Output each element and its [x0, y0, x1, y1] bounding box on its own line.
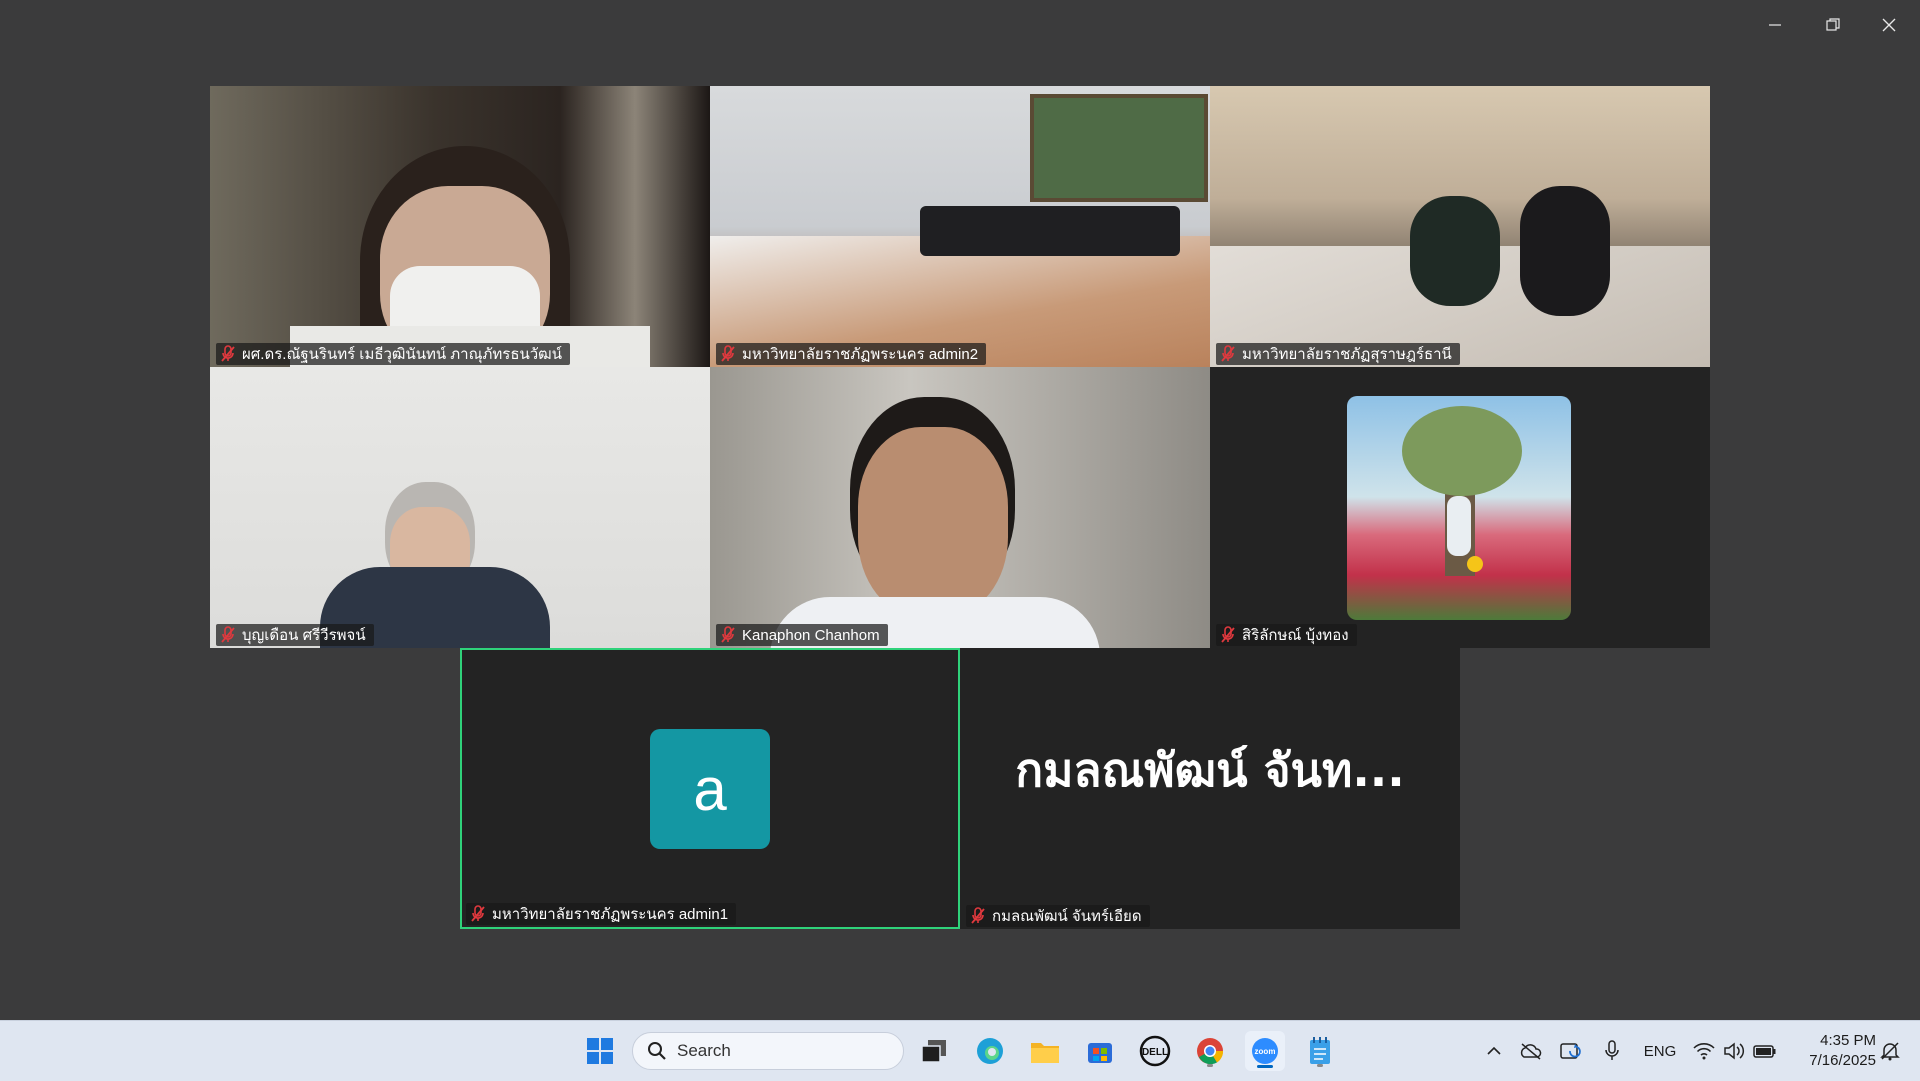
video-tile[interactable]: Kanaphon Chanhom [710, 367, 1210, 648]
muted-microphone-icon [720, 626, 736, 644]
muted-microphone-icon [1220, 626, 1236, 644]
dell-icon[interactable]: DELL [1135, 1031, 1175, 1071]
active-speaker-tile[interactable]: a มหาวิทยาลัยราชภัฏพระนคร admin1 [460, 648, 960, 929]
video-tile[interactable]: มหาวิทยาลัยราชภัฏสุราษฎร์ธานี [1210, 86, 1710, 367]
onedrive-icon[interactable] [1518, 1039, 1544, 1063]
edge-icon[interactable] [970, 1031, 1010, 1071]
wifi-icon[interactable] [1692, 1039, 1716, 1063]
microphone-icon[interactable] [1600, 1039, 1624, 1063]
participant-name: ผศ.ดร.ณัฐนรินทร์ เมธีวุฒินันทน์ ภาณุภัทร… [242, 346, 562, 363]
restore-button[interactable] [1810, 10, 1856, 40]
participant-name-tag: มหาวิทยาลัยราชภัฏพระนคร admin1 [466, 903, 737, 925]
participant-name-tag: มหาวิทยาลัยราชภัฏพระนคร admin2 [716, 343, 987, 365]
taskbar-search[interactable]: Search [632, 1032, 904, 1070]
zoom-icon[interactable]: zoom [1245, 1031, 1285, 1071]
participant-video [210, 367, 710, 648]
close-icon [1882, 18, 1896, 32]
participant-video [710, 367, 1210, 648]
task-view-icon[interactable] [914, 1031, 954, 1071]
muted-microphone-icon [1220, 345, 1236, 363]
avatar: a [650, 729, 770, 849]
search-icon [648, 1042, 666, 1060]
muted-microphone-icon [220, 626, 236, 644]
svg-text:DELL: DELL [1142, 1047, 1168, 1058]
participant-name-tag: กมลณพัฒน์ จันทร์เอียด [966, 905, 1150, 927]
participant-name-tag: มหาวิทยาลัยราชภัฏสุราษฎร์ธานี [1216, 343, 1460, 365]
file-explorer-icon[interactable] [1025, 1031, 1065, 1071]
muted-microphone-icon [470, 905, 486, 923]
clock-time: 4:35 PM [1820, 1032, 1876, 1049]
profile-photo [1347, 396, 1571, 620]
participant-name-tag: สิริลักษณ์ บุ้งทอง [1216, 624, 1357, 646]
search-label: Search [677, 1041, 731, 1060]
participant-video [210, 86, 710, 367]
microsoft-store-icon[interactable] [1080, 1031, 1120, 1071]
minimize-icon [1769, 24, 1781, 26]
participant-name: Kanaphon Chanhom [742, 626, 880, 644]
participant-name-tag: ผศ.ดร.ณัฐนรินทร์ เมธีวุฒินันทน์ ภาณุภัทร… [216, 343, 570, 365]
participant-name: สิริลักษณ์ บุ้งทอง [1242, 627, 1349, 644]
running-indicator [1207, 1064, 1213, 1067]
muted-microphone-icon [970, 907, 986, 925]
participant-video [1210, 86, 1710, 367]
volume-icon[interactable] [1722, 1039, 1746, 1063]
participant-name: บุญเดือน ศรีวีรพจน์ [242, 627, 366, 644]
participant-name-tag: Kanaphon Chanhom [716, 624, 888, 646]
video-tile[interactable]: มหาวิทยาลัยราชภัฏพระนคร admin2 [710, 86, 1210, 367]
active-app-indicator [1257, 1065, 1273, 1068]
restore-icon [1826, 18, 1840, 31]
video-tile[interactable]: สิริลักษณ์ บุ้งทอง [1210, 367, 1710, 648]
close-button[interactable] [1866, 10, 1912, 40]
running-indicator [1317, 1064, 1323, 1067]
video-tile[interactable]: บุญเดือน ศรีวีรพจน์ [210, 367, 710, 648]
video-tile[interactable]: ผศ.ดร.ณัฐนรินทร์ เมธีวุฒินันทน์ ภาณุภัทร… [210, 86, 710, 367]
language-label: ENG [1643, 1042, 1677, 1060]
participant-name: มหาวิทยาลัยราชภัฏสุราษฎร์ธานี [1242, 346, 1452, 363]
sync-icon[interactable] [1558, 1039, 1584, 1063]
chrome-icon[interactable] [1190, 1031, 1230, 1071]
avatar-letter: a [693, 755, 727, 823]
muted-microphone-icon [220, 345, 236, 363]
display-name: กมลณพัฒน์ จันท... [1015, 743, 1405, 797]
clock-date: 7/16/2025 [1809, 1052, 1876, 1069]
participant-name-tag: บุญเดือน ศรีวีรพจน์ [216, 624, 374, 646]
svg-text:zoom: zoom [1255, 1047, 1276, 1056]
participant-video [710, 86, 1210, 367]
muted-microphone-icon [720, 345, 736, 363]
notification-icon[interactable] [1878, 1039, 1902, 1063]
participant-name: มหาวิทยาลัยราชภัฏพระนคร admin1 [492, 906, 729, 923]
language-indicator[interactable]: ENG [1638, 1039, 1682, 1063]
participant-name: กมลณพัฒน์ จันทร์เอียด [992, 908, 1142, 925]
taskbar: Search DELL zoom ENG 4:35 PM 7/16/2025 [0, 1020, 1920, 1081]
chevron-up-icon[interactable] [1482, 1039, 1506, 1063]
video-tile[interactable]: กมลณพัฒน์ จันท... กมลณพัฒน์ จันทร์เอียด [960, 648, 1460, 929]
participant-name: มหาวิทยาลัยราชภัฏพระนคร admin2 [742, 346, 979, 363]
taskbar-clock[interactable]: 4:35 PM 7/16/2025 [1786, 1031, 1876, 1071]
minimize-button[interactable] [1752, 10, 1798, 40]
battery-icon[interactable] [1752, 1039, 1778, 1063]
windows-start-icon[interactable] [580, 1031, 620, 1071]
notepad-icon[interactable] [1300, 1031, 1340, 1071]
